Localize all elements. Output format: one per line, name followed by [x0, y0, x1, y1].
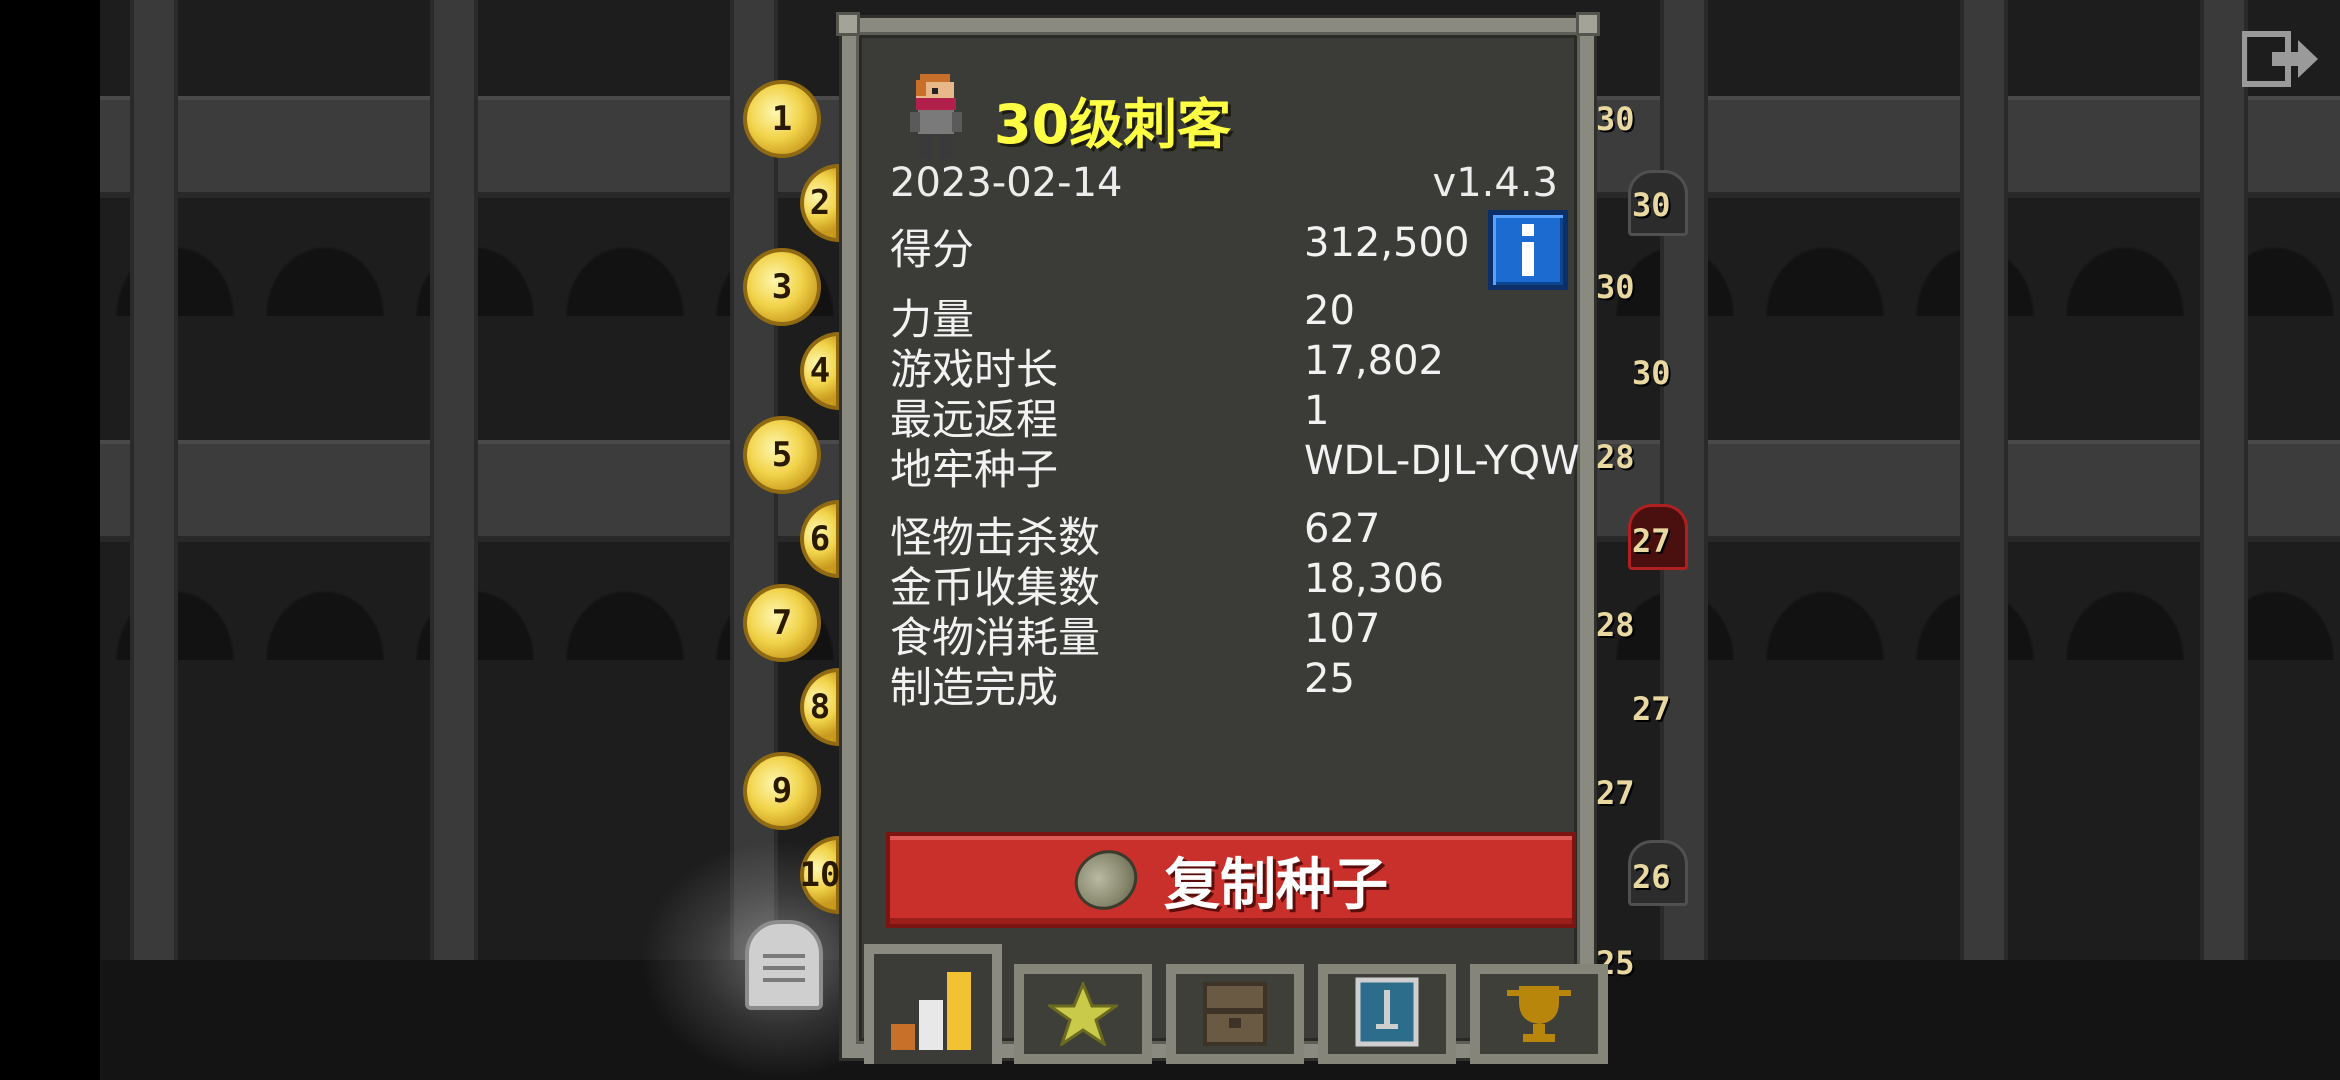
record-date: 2023-02-14 — [890, 160, 1123, 206]
pillar — [2200, 0, 2248, 1080]
pillar — [1960, 0, 2008, 1080]
stat-label-items-crafted: 制造完成 — [890, 663, 1059, 712]
rank-level: 27 — [1632, 690, 1671, 728]
tab-items[interactable] — [1166, 964, 1304, 1064]
stat-value-farthest-ascent: 1 — [1304, 388, 1330, 434]
rank-badge[interactable]: 9 — [743, 752, 821, 830]
rank-badge[interactable]: 3 — [743, 248, 821, 326]
stat-value-items-crafted: 25 — [1304, 656, 1355, 702]
tab-badges[interactable] — [1014, 964, 1152, 1064]
rank-level: 27 — [1596, 774, 1635, 812]
rank-level: 28 — [1596, 606, 1635, 644]
stat-label-score: 得分 — [890, 225, 975, 274]
rank-badge[interactable]: 7 — [743, 584, 821, 662]
info-button[interactable] — [1488, 210, 1568, 290]
stat-value-dungeon-seed: WDL-DJL-YQW — [1304, 438, 1580, 484]
seed-icon — [1063, 838, 1149, 922]
copy-seed-label: 复制种子 — [1164, 852, 1388, 918]
tab-talents[interactable] — [1318, 964, 1456, 1064]
stat-value-gold-collected: 18,306 — [1304, 556, 1444, 602]
sword-badge-icon — [1355, 977, 1419, 1047]
stat-value-strength: 20 — [1304, 288, 1355, 334]
trophy-icon — [1507, 986, 1571, 1042]
frame-corner — [836, 12, 860, 36]
star-icon — [1048, 982, 1118, 1046]
pillar — [130, 0, 178, 1080]
rankings-detail-dialog: 30级刺客 2023-02-14 v1.4.3 得分 312,500 力量 20… — [836, 12, 1608, 1064]
rank-level: 30 — [1632, 354, 1671, 392]
assassin-avatar-icon — [910, 74, 962, 158]
tombstone-icon[interactable] — [745, 920, 823, 1010]
exit-icon[interactable] — [2242, 30, 2320, 88]
tab-achievements[interactable] — [1470, 964, 1608, 1064]
rank-badge[interactable]: 5 — [743, 416, 821, 494]
stat-label-dungeon-seed: 地牢种子 — [890, 445, 1059, 494]
stat-value-monsters-killed: 627 — [1304, 506, 1381, 552]
rank-level: 28 — [1596, 438, 1635, 476]
pillar — [430, 0, 478, 1080]
stat-value-food-eaten: 107 — [1304, 606, 1381, 652]
frame-corner — [1576, 12, 1600, 36]
rank-level: 30 — [1596, 268, 1635, 306]
dialog-tabs — [864, 944, 1608, 1064]
dialog-title: 30级刺客 — [994, 93, 1232, 156]
rank-badge[interactable]: 1 — [743, 80, 821, 158]
tab-stats[interactable] — [864, 944, 1002, 1064]
rank-level: 27 — [1632, 522, 1671, 560]
stat-value-score: 312,500 — [1304, 220, 1470, 266]
rank-level: 26 — [1632, 858, 1671, 896]
stats-bars-icon — [891, 972, 971, 1050]
game-version: v1.4.3 — [1432, 160, 1558, 206]
backpack-icon — [1203, 982, 1267, 1046]
info-icon — [1522, 224, 1534, 276]
rank-level: 30 — [1632, 186, 1671, 224]
copy-seed-button[interactable]: 复制种子 — [886, 832, 1576, 928]
rank-level: 30 — [1596, 100, 1635, 138]
stat-value-play-time: 17,802 — [1304, 338, 1444, 384]
